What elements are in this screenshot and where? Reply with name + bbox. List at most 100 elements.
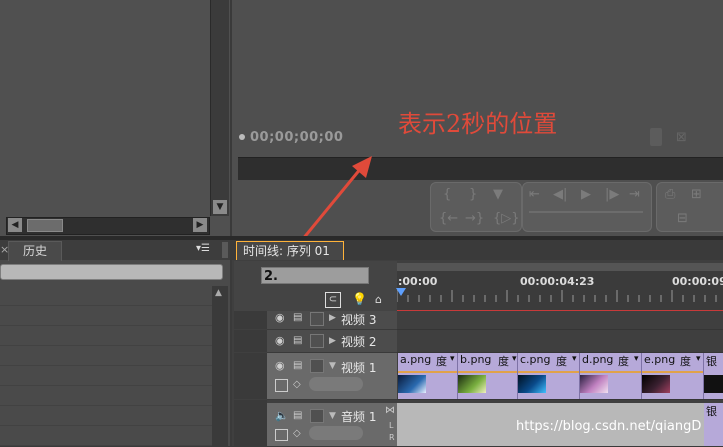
opacity-line[interactable] [458,371,517,373]
track-header-video1[interactable]: ◉ ▤ ▼ 视频 1 ◇ [267,353,397,400]
track-header-audio1[interactable]: 🔈 ▤ ▼ 音频 1 ⋈ ◇ L R [267,403,397,447]
clip-c-png[interactable]: c.png 度 ▾ [518,353,580,399]
clip-suffix: 度 [498,355,509,368]
opacity-line[interactable] [580,371,641,373]
transport-group-left: { } ▼ {← →} {▷} [430,182,522,232]
opacity-line[interactable] [642,371,703,373]
history-row[interactable] [0,426,212,446]
set-marker-icon[interactable]: ▼ [493,187,503,202]
clip-menu-icon[interactable]: ▾ [572,354,577,364]
scroll-up-arrow-icon[interactable]: ▲ [215,288,222,298]
mark-in-icon[interactable]: { [443,187,451,202]
scroll-down-arrow-icon[interactable]: ▼ [213,200,227,214]
track-video3[interactable] [397,311,723,330]
track-label: 视频 1 [341,361,377,375]
history-filter-field[interactable] [0,264,223,280]
previous-edit-icon[interactable]: ⇤ [529,187,540,202]
sync-lock-icon[interactable]: ▤ [293,336,305,346]
clip-thumbnail [704,375,723,393]
sync-lock-icon[interactable]: ▤ [293,313,305,323]
clip-e-png[interactable]: e.png 度 ▾ [642,353,704,399]
monitor-settings-icon[interactable]: ⊠ [676,130,687,145]
eye-icon[interactable]: ◉ [275,360,289,371]
clip-menu-icon[interactable]: ▾ [634,354,639,364]
track-gutter [234,330,267,352]
timeline-timecode-input[interactable]: 2. [261,267,369,284]
eye-icon[interactable]: ◉ [275,312,289,323]
vertical-scrollbar[interactable]: ▼ [210,0,229,216]
track-header-video3[interactable]: ◉ ▤ ▶ 视频 3 [267,311,397,330]
shuttle-slider[interactable] [529,211,643,223]
speaker-icon[interactable]: 🔈 [275,410,289,421]
track-video2[interactable] [397,330,723,353]
display-style-icon[interactable] [275,429,288,441]
lock-checkbox[interactable] [310,334,324,348]
expand-triangle-icon[interactable]: ▶ [329,336,336,346]
work-area-bar[interactable] [397,263,723,271]
keyframe-icon[interactable]: ◇ [293,379,301,390]
history-row[interactable] [0,406,212,426]
playhead-icon[interactable] [396,288,406,296]
collapse-triangle-icon[interactable]: ▼ [329,361,336,371]
history-row[interactable] [0,286,212,306]
go-to-in-icon[interactable]: {← [439,211,458,226]
mark-out-icon[interactable]: } [469,187,477,202]
opacity-line[interactable] [398,371,457,373]
opacity-line[interactable] [518,371,579,373]
set-encore-marker-icon[interactable]: 💡 [352,292,367,306]
export-frame-icon[interactable]: ⊟ [677,211,688,226]
audio-clip-silver[interactable]: 银 [704,403,723,446]
clip-a-png[interactable]: a.png 度 ▾ [398,353,458,399]
eye-icon[interactable]: ◉ [275,335,289,346]
next-edit-icon[interactable]: ⇥ [629,187,640,202]
panel-grip[interactable] [222,242,228,258]
tab-timeline-sequence[interactable]: 时间线: 序列 01 × [236,241,344,276]
history-row[interactable] [0,306,212,326]
step-forward-icon[interactable]: |▶ [605,187,619,202]
play-icon[interactable]: ▶ [581,187,591,202]
lock-checkbox[interactable] [310,409,324,423]
history-row[interactable] [0,346,212,366]
keyframe-icon[interactable]: ◇ [293,428,301,439]
scroll-right-arrow-icon[interactable]: ▶ [193,218,207,232]
sync-lock-icon[interactable]: ▤ [293,411,305,421]
keyframe-nav[interactable] [309,426,363,440]
sync-lock-icon[interactable]: ▤ [293,361,305,371]
history-scrollbar[interactable]: ▲ [212,286,228,446]
clip-d-png[interactable]: d.png 度 ▾ [580,353,642,399]
monitor-tool-icon[interactable] [650,128,662,146]
set-marker-icon[interactable]: ⌂ [375,293,382,306]
monitor-timecode[interactable]: 00;00;00;00 [250,130,343,145]
expand-triangle-icon[interactable]: ▶ [329,313,336,323]
clip-thumbnail [398,375,426,393]
clip-silver[interactable]: 银 [704,353,723,399]
lock-checkbox[interactable] [310,312,324,326]
track-label: 视频 2 [341,335,377,349]
collapse-triangle-icon[interactable]: ▼ [329,411,336,421]
history-row[interactable] [0,386,212,406]
track-header-video2[interactable]: ◉ ▤ ▶ 视频 2 [267,330,397,353]
track-gutter [234,353,267,399]
lift-icon[interactable]: ⎙ [665,187,675,202]
snap-icon[interactable]: ⊂ [325,292,341,308]
keyframe-nav[interactable] [309,377,363,391]
scroll-left-arrow-icon[interactable]: ◀ [8,218,22,232]
clip-menu-icon[interactable]: ▾ [512,354,517,364]
history-row[interactable] [0,326,212,346]
clip-name: 银 [706,355,717,368]
display-style-icon[interactable] [275,379,288,392]
panel-menu-icon[interactable]: ▾☰ [196,243,210,254]
play-in-to-out-icon[interactable]: {▷} [493,211,520,226]
tab-history[interactable]: 历史 [8,241,62,261]
clip-menu-icon[interactable]: ▾ [450,354,455,364]
extract-icon[interactable]: ⊞ [691,187,702,202]
history-row[interactable] [0,366,212,386]
clip-menu-icon[interactable]: ▾ [696,354,701,364]
go-to-out-icon[interactable]: →} [465,211,484,226]
scroll-thumb[interactable] [27,219,63,232]
watermark: https://blog.csdn.net/qiangD [516,419,702,434]
clip-b-png[interactable]: b.png 度 ▾ [458,353,518,399]
lock-checkbox[interactable] [310,359,324,373]
horizontal-scrollbar[interactable]: ◀ ▶ [6,217,210,235]
step-back-icon[interactable]: ◀| [553,187,567,202]
